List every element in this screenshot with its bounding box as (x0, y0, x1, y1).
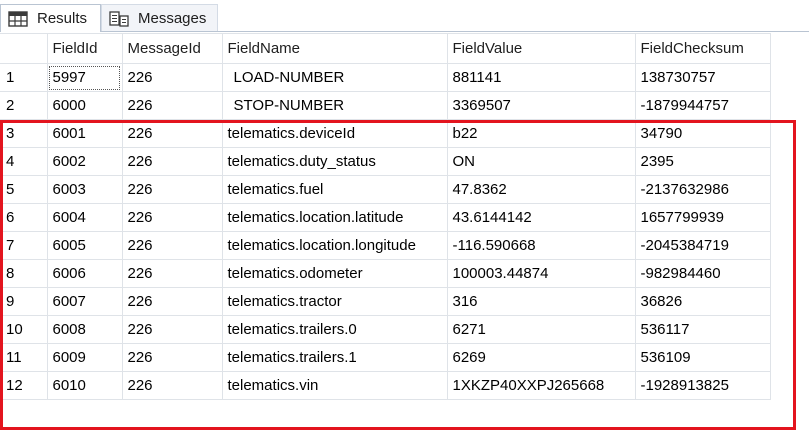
field-value-cell[interactable]: 6271 (446, 315, 636, 344)
field-name-cell[interactable]: telematics.duty_status (221, 147, 448, 176)
row-number[interactable]: 1 (0, 63, 48, 92)
table-row[interactable]: 11 6009 226 telematics.trailers.1 6269 5… (0, 343, 771, 372)
tab-messages[interactable]: Messages (101, 4, 218, 32)
row-number[interactable]: 5 (0, 175, 48, 204)
row-number[interactable]: 12 (0, 371, 48, 400)
tab-results[interactable]: Results (0, 4, 101, 32)
field-id-cell[interactable]: 6008 (46, 315, 123, 344)
field-value-cell[interactable]: 3369507 (446, 91, 636, 120)
field-name-cell[interactable]: STOP-NUMBER (221, 91, 448, 120)
field-checksum-cell[interactable]: 36826 (634, 287, 771, 316)
message-id-cell[interactable]: 226 (121, 91, 223, 120)
corner-header[interactable] (0, 33, 48, 64)
field-checksum-cell[interactable]: 138730757 (634, 63, 771, 92)
message-id-cell[interactable]: 226 (121, 371, 223, 400)
field-value-cell[interactable]: ON (446, 147, 636, 176)
field-id-cell[interactable]: 5997 (46, 63, 123, 92)
table-row[interactable]: 3 6001 226 telematics.deviceId b22 34790 (0, 119, 771, 148)
field-name-cell[interactable]: telematics.deviceId (221, 119, 448, 148)
field-id-cell[interactable]: 6004 (46, 203, 123, 232)
messages-icon (109, 10, 129, 27)
row-number[interactable]: 11 (0, 343, 48, 372)
row-number[interactable]: 7 (0, 231, 48, 260)
field-value-cell[interactable]: 6269 (446, 343, 636, 372)
field-checksum-cell[interactable]: -2137632986 (634, 175, 771, 204)
message-id-cell[interactable]: 226 (121, 203, 223, 232)
field-checksum-cell[interactable]: 536117 (634, 315, 771, 344)
column-header-fieldname[interactable]: FieldName (221, 33, 448, 64)
tab-results-label: Results (37, 10, 88, 27)
field-value-cell[interactable]: 1XKZP40XXPJ265668 (446, 371, 636, 400)
message-id-cell[interactable]: 226 (121, 119, 223, 148)
row-number[interactable]: 9 (0, 287, 48, 316)
field-id-cell[interactable]: 6003 (46, 175, 123, 204)
message-id-cell[interactable]: 226 (121, 343, 223, 372)
field-name-cell[interactable]: telematics.fuel (221, 175, 448, 204)
field-id-cell[interactable]: 6010 (46, 371, 123, 400)
column-header-fieldvalue[interactable]: FieldValue (446, 33, 636, 64)
field-value-cell[interactable]: b22 (446, 119, 636, 148)
field-id-cell[interactable]: 6009 (46, 343, 123, 372)
field-value-cell[interactable]: 881141 (446, 63, 636, 92)
table-row[interactable]: 9 6007 226 telematics.tractor 316 36826 (0, 287, 771, 316)
field-name-cell[interactable]: LOAD-NUMBER (221, 63, 448, 92)
field-id-cell[interactable]: 6005 (46, 231, 123, 260)
row-number[interactable]: 4 (0, 147, 48, 176)
field-checksum-cell[interactable]: -982984460 (634, 259, 771, 288)
field-value-cell[interactable]: 47.8362 (446, 175, 636, 204)
message-id-cell[interactable]: 226 (121, 231, 223, 260)
message-id-cell[interactable]: 226 (121, 63, 223, 92)
row-number[interactable]: 10 (0, 315, 48, 344)
field-id-cell[interactable]: 6007 (46, 287, 123, 316)
message-id-cell[interactable]: 226 (121, 287, 223, 316)
field-name-cell[interactable]: telematics.odometer (221, 259, 448, 288)
results-tabstrip: Results Messages (0, 0, 809, 32)
field-checksum-cell[interactable]: 34790 (634, 119, 771, 148)
results-grid: FieldId MessageId FieldName FieldValue F… (0, 33, 771, 400)
message-id-cell[interactable]: 226 (121, 315, 223, 344)
table-row[interactable]: 5 6003 226 telematics.fuel 47.8362 -2137… (0, 175, 771, 204)
table-row[interactable]: 1 5997 226 LOAD-NUMBER 881141 138730757 (0, 63, 771, 92)
table-row[interactable]: 10 6008 226 telematics.trailers.0 6271 5… (0, 315, 771, 344)
row-number[interactable]: 3 (0, 119, 48, 148)
table-row[interactable]: 4 6002 226 telematics.duty_status ON 239… (0, 147, 771, 176)
field-value-cell[interactable]: -116.590668 (446, 231, 636, 260)
column-header-messageid[interactable]: MessageId (121, 33, 223, 64)
field-name-cell[interactable]: telematics.trailers.1 (221, 343, 448, 372)
table-row[interactable]: 8 6006 226 telematics.odometer 100003.44… (0, 259, 771, 288)
row-number[interactable]: 8 (0, 259, 48, 288)
field-value-cell[interactable]: 100003.44874 (446, 259, 636, 288)
field-checksum-cell[interactable]: -2045384719 (634, 231, 771, 260)
field-checksum-cell[interactable]: -1879944757 (634, 91, 771, 120)
message-id-cell[interactable]: 226 (121, 259, 223, 288)
row-number[interactable]: 2 (0, 91, 48, 120)
field-name-cell[interactable]: telematics.trailers.0 (221, 315, 448, 344)
field-value-cell[interactable]: 316 (446, 287, 636, 316)
field-id-cell[interactable]: 6006 (46, 259, 123, 288)
field-value-cell[interactable]: 43.6144142 (446, 203, 636, 232)
field-checksum-cell[interactable]: -1928913825 (634, 371, 771, 400)
field-name-cell[interactable]: telematics.vin (221, 371, 448, 400)
tab-messages-label: Messages (138, 10, 207, 27)
field-checksum-cell[interactable]: 536109 (634, 343, 771, 372)
message-id-cell[interactable]: 226 (121, 147, 223, 176)
field-id-cell[interactable]: 6000 (46, 91, 123, 120)
column-header-fieldchecksum[interactable]: FieldChecksum (634, 33, 771, 64)
field-id-cell[interactable]: 6001 (46, 119, 123, 148)
field-name-cell[interactable]: telematics.tractor (221, 287, 448, 316)
message-id-cell[interactable]: 226 (121, 175, 223, 204)
grid-icon (8, 10, 28, 27)
header-row: FieldId MessageId FieldName FieldValue F… (0, 33, 771, 64)
field-name-cell[interactable]: telematics.location.longitude (221, 231, 448, 260)
field-id-cell[interactable]: 6002 (46, 147, 123, 176)
table-row[interactable]: 2 6000 226 STOP-NUMBER 3369507 -18799447… (0, 91, 771, 120)
table-row[interactable]: 6 6004 226 telematics.location.latitude … (0, 203, 771, 232)
table-row[interactable]: 12 6010 226 telematics.vin 1XKZP40XXPJ26… (0, 371, 771, 400)
table-row[interactable]: 7 6005 226 telematics.location.longitude… (0, 231, 771, 260)
field-checksum-cell[interactable]: 2395 (634, 147, 771, 176)
field-name-cell[interactable]: telematics.location.latitude (221, 203, 448, 232)
row-number[interactable]: 6 (0, 203, 48, 232)
column-header-fieldid[interactable]: FieldId (46, 33, 123, 64)
field-checksum-cell[interactable]: 1657799939 (634, 203, 771, 232)
